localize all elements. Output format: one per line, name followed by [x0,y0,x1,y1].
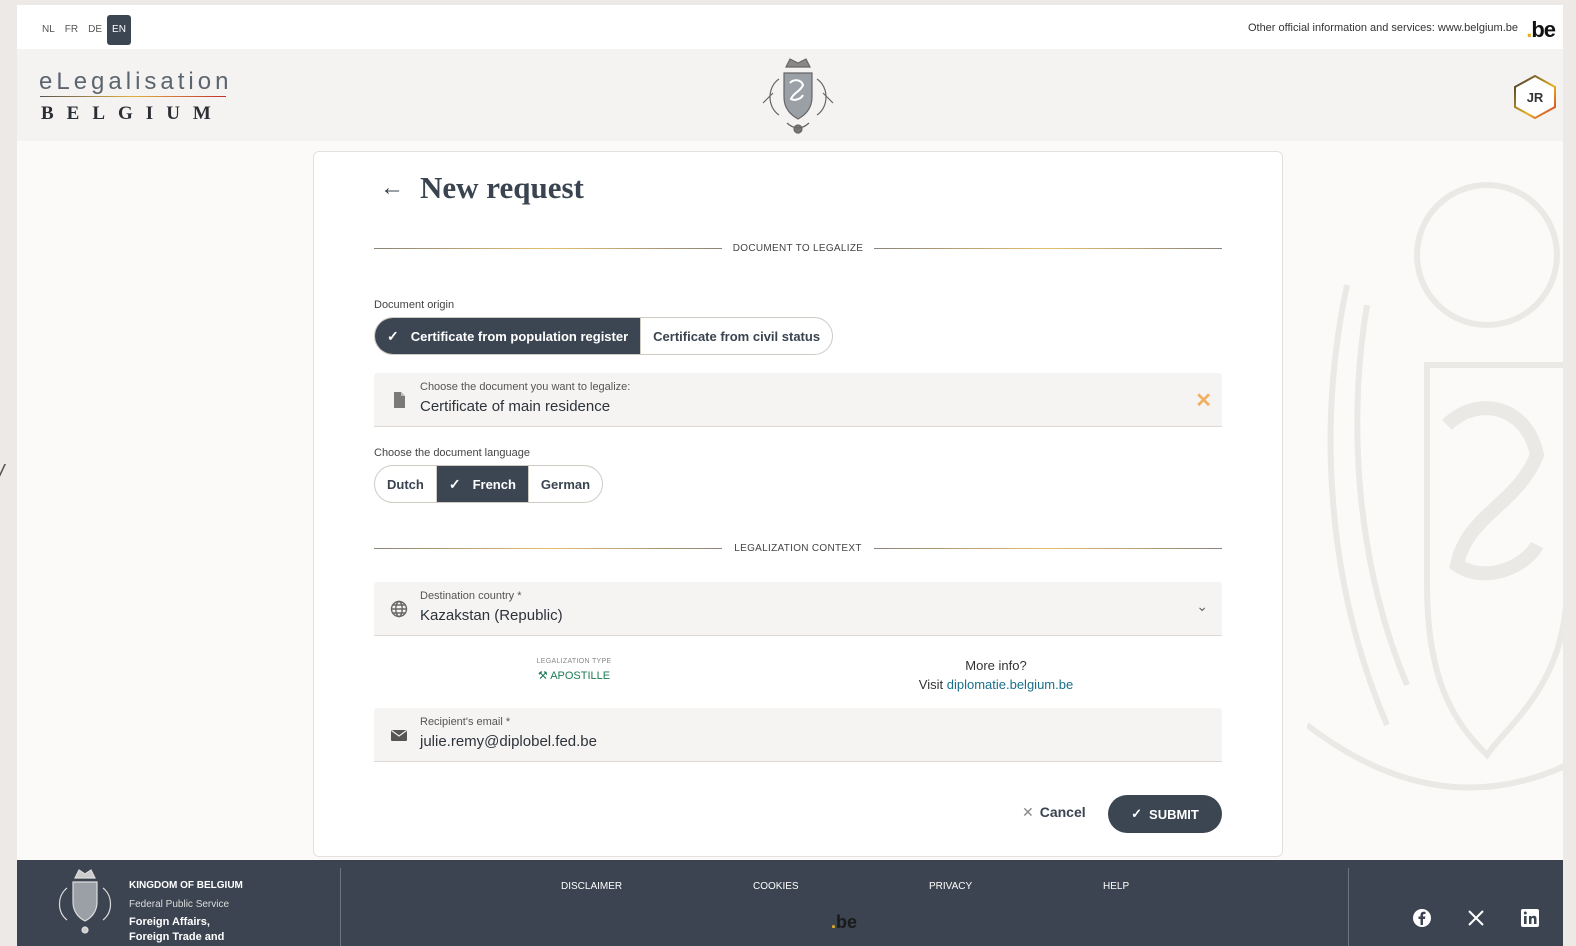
linkedin-icon[interactable] [1520,908,1540,928]
document-field-value: Certificate of main residence [420,398,611,415]
document-language-label: Choose the document language [374,447,530,459]
origin-option-label: Certificate from civil status [653,328,821,344]
chevron-down-icon[interactable]: ⌄ [1196,598,1208,615]
legalization-type-value: ⚒ APOSTILLE [537,670,611,682]
envelope-icon [391,730,407,741]
footer-link-disclaimer[interactable]: DISCLAIMER [561,881,622,892]
origin-option-label: Certificate from population register [410,328,629,344]
page-frame: NL FR DE EN Other official information a… [17,5,1563,946]
new-request-card: ← New request DOCUMENT TO LEGALIZE Docum… [313,151,1283,857]
document-select-field[interactable]: Choose the document you want to legalize… [374,373,1222,427]
footer-divider-right [1348,868,1349,946]
footer-link-cookies[interactable]: COOKIES [753,881,799,892]
footer-link-help[interactable]: HELP [1103,881,1129,892]
visit-text: Visit [918,677,944,692]
language-switcher: NL FR DE EN [37,15,131,45]
origin-population-register[interactable]: ✓ Certificate from population register [375,318,642,354]
destination-country-select[interactable]: Destination country * Kazakstan (Republi… [374,582,1222,636]
language-dutch[interactable]: Dutch [375,466,437,502]
page-title: New request [420,170,584,205]
close-icon: ✕ [1022,804,1034,820]
belgium-be-logo[interactable]: .be [1526,17,1556,43]
more-info-title: More info? [965,658,1027,673]
x-icon[interactable] [1466,908,1486,928]
check-icon: ✓ [1131,806,1143,821]
language-german[interactable]: German [529,466,602,502]
submit-button[interactable]: ✓ SUBMIT [1108,795,1222,833]
user-avatar[interactable]: JR [1512,74,1558,120]
coat-of-arms-watermark [1307,182,1563,791]
lang-de[interactable]: DE [83,15,107,45]
brand-subtitle: BELGIUM [41,103,224,124]
lang-en[interactable]: EN [107,15,131,45]
more-info: More info? Visit diplomatie.belgium.be [874,656,1118,694]
legalization-type-caption: LEGALIZATION TYPE [536,658,612,665]
facebook-icon[interactable] [1412,908,1432,928]
country-field-value: Kazakstan (Republic) [420,607,563,624]
footer-coat-of-arms-icon [58,869,112,934]
language-option-label: German [540,476,591,492]
back-arrow-icon[interactable]: ← [380,174,404,202]
gavel-icon: ⚒ [537,670,548,682]
check-icon: ✓ [448,475,461,492]
footer-be-logo[interactable]: .be [831,912,857,933]
footer-affairs: Foreign Affairs, Foreign Trade and [129,916,225,943]
document-origin-label: Document origin [374,299,455,311]
lang-fr[interactable]: FR [60,15,83,45]
country-field-label: Destination country * [420,590,522,602]
brand-title[interactable]: eLegalisation [39,68,232,96]
footer-divider-left [340,868,341,946]
section-divider-document: DOCUMENT TO LEGALIZE [374,243,1222,255]
brand-underline [40,96,226,97]
official-info-link[interactable]: Other official information and services:… [1248,22,1518,34]
legalization-type: LEGALIZATION TYPE ⚒ APOSTILLE [534,658,614,682]
diplomatie-link[interactable]: diplomatie.belgium.be [947,677,1073,692]
clear-icon[interactable]: ✕ [1195,388,1212,413]
check-icon: ✓ [387,327,399,344]
section-divider-context: LEGALIZATION CONTEXT [374,543,1222,555]
email-field-value: julie.remy@diplobel.fed.be [420,733,597,750]
email-field-label: Recipient's email * [420,716,511,728]
document-icon [394,392,405,408]
site-header: eLegalisation BELGIUM JR [17,49,1563,141]
document-origin-toggle: ✓ Certificate from population register C… [374,317,834,355]
belgian-coat-of-arms-icon [762,58,834,134]
language-french[interactable]: ✓ French [436,466,529,502]
lang-nl[interactable]: NL [37,15,60,45]
language-option-label: Dutch [387,476,424,492]
svg-text:JR: JR [1527,90,1544,105]
left-edge-fragment: / [0,460,4,486]
language-option-label: French [472,476,516,492]
recipient-email-field[interactable]: Recipient's email * julie.remy@diplobel.… [374,708,1222,762]
footer-kingdom: KINGDOM OF BELGIUM [129,880,243,891]
document-language-toggle: Dutch ✓ French German [374,465,604,503]
top-bar: NL FR DE EN Other official information a… [17,5,1563,49]
globe-icon [390,600,408,618]
site-footer: KINGDOM OF BELGIUM Federal Public Servic… [17,860,1563,946]
document-field-label: Choose the document you want to legalize… [420,381,631,393]
footer-service: Federal Public Service [129,899,230,910]
footer-link-privacy[interactable]: PRIVACY [929,881,972,892]
cancel-button[interactable]: ✕ Cancel [1022,804,1086,821]
origin-civil-status[interactable]: Certificate from civil status [641,318,832,354]
